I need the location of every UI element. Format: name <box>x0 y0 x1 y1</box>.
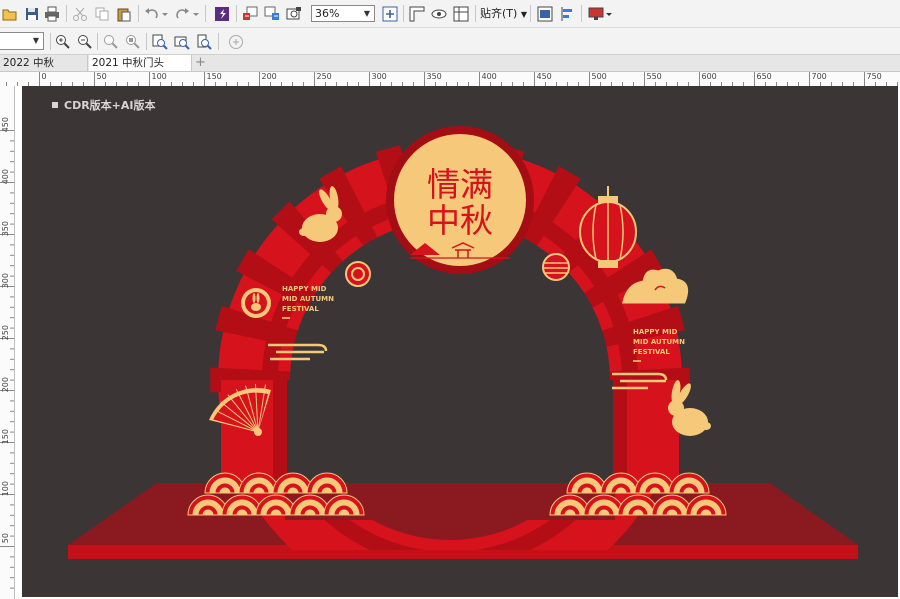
festival-text-right-2: MID AUTUMN <box>633 338 685 346</box>
rabbit-badge-icon <box>241 288 271 318</box>
festival-text-right-1: HAPPY MID <box>633 328 678 336</box>
moon-stripe-icon <box>542 253 570 281</box>
festival-text-left-3: FESTIVAL <box>282 305 319 313</box>
festival-text-right-3: FESTIVAL <box>633 348 670 356</box>
mid-autumn-arch-artwork[interactable]: 情满 中秋 HAPPY MID MID AUTUMN FESTIVAL HAPP… <box>0 0 900 599</box>
lantern-round-icon <box>345 261 371 287</box>
medallion-line2: 中秋 <box>427 201 493 240</box>
festival-text-left-1: HAPPY MID <box>282 285 327 293</box>
rabbit-icon <box>668 380 711 436</box>
medallion-line1: 情满 <box>427 165 493 204</box>
festival-text-left-2: MID AUTUMN <box>282 295 334 303</box>
